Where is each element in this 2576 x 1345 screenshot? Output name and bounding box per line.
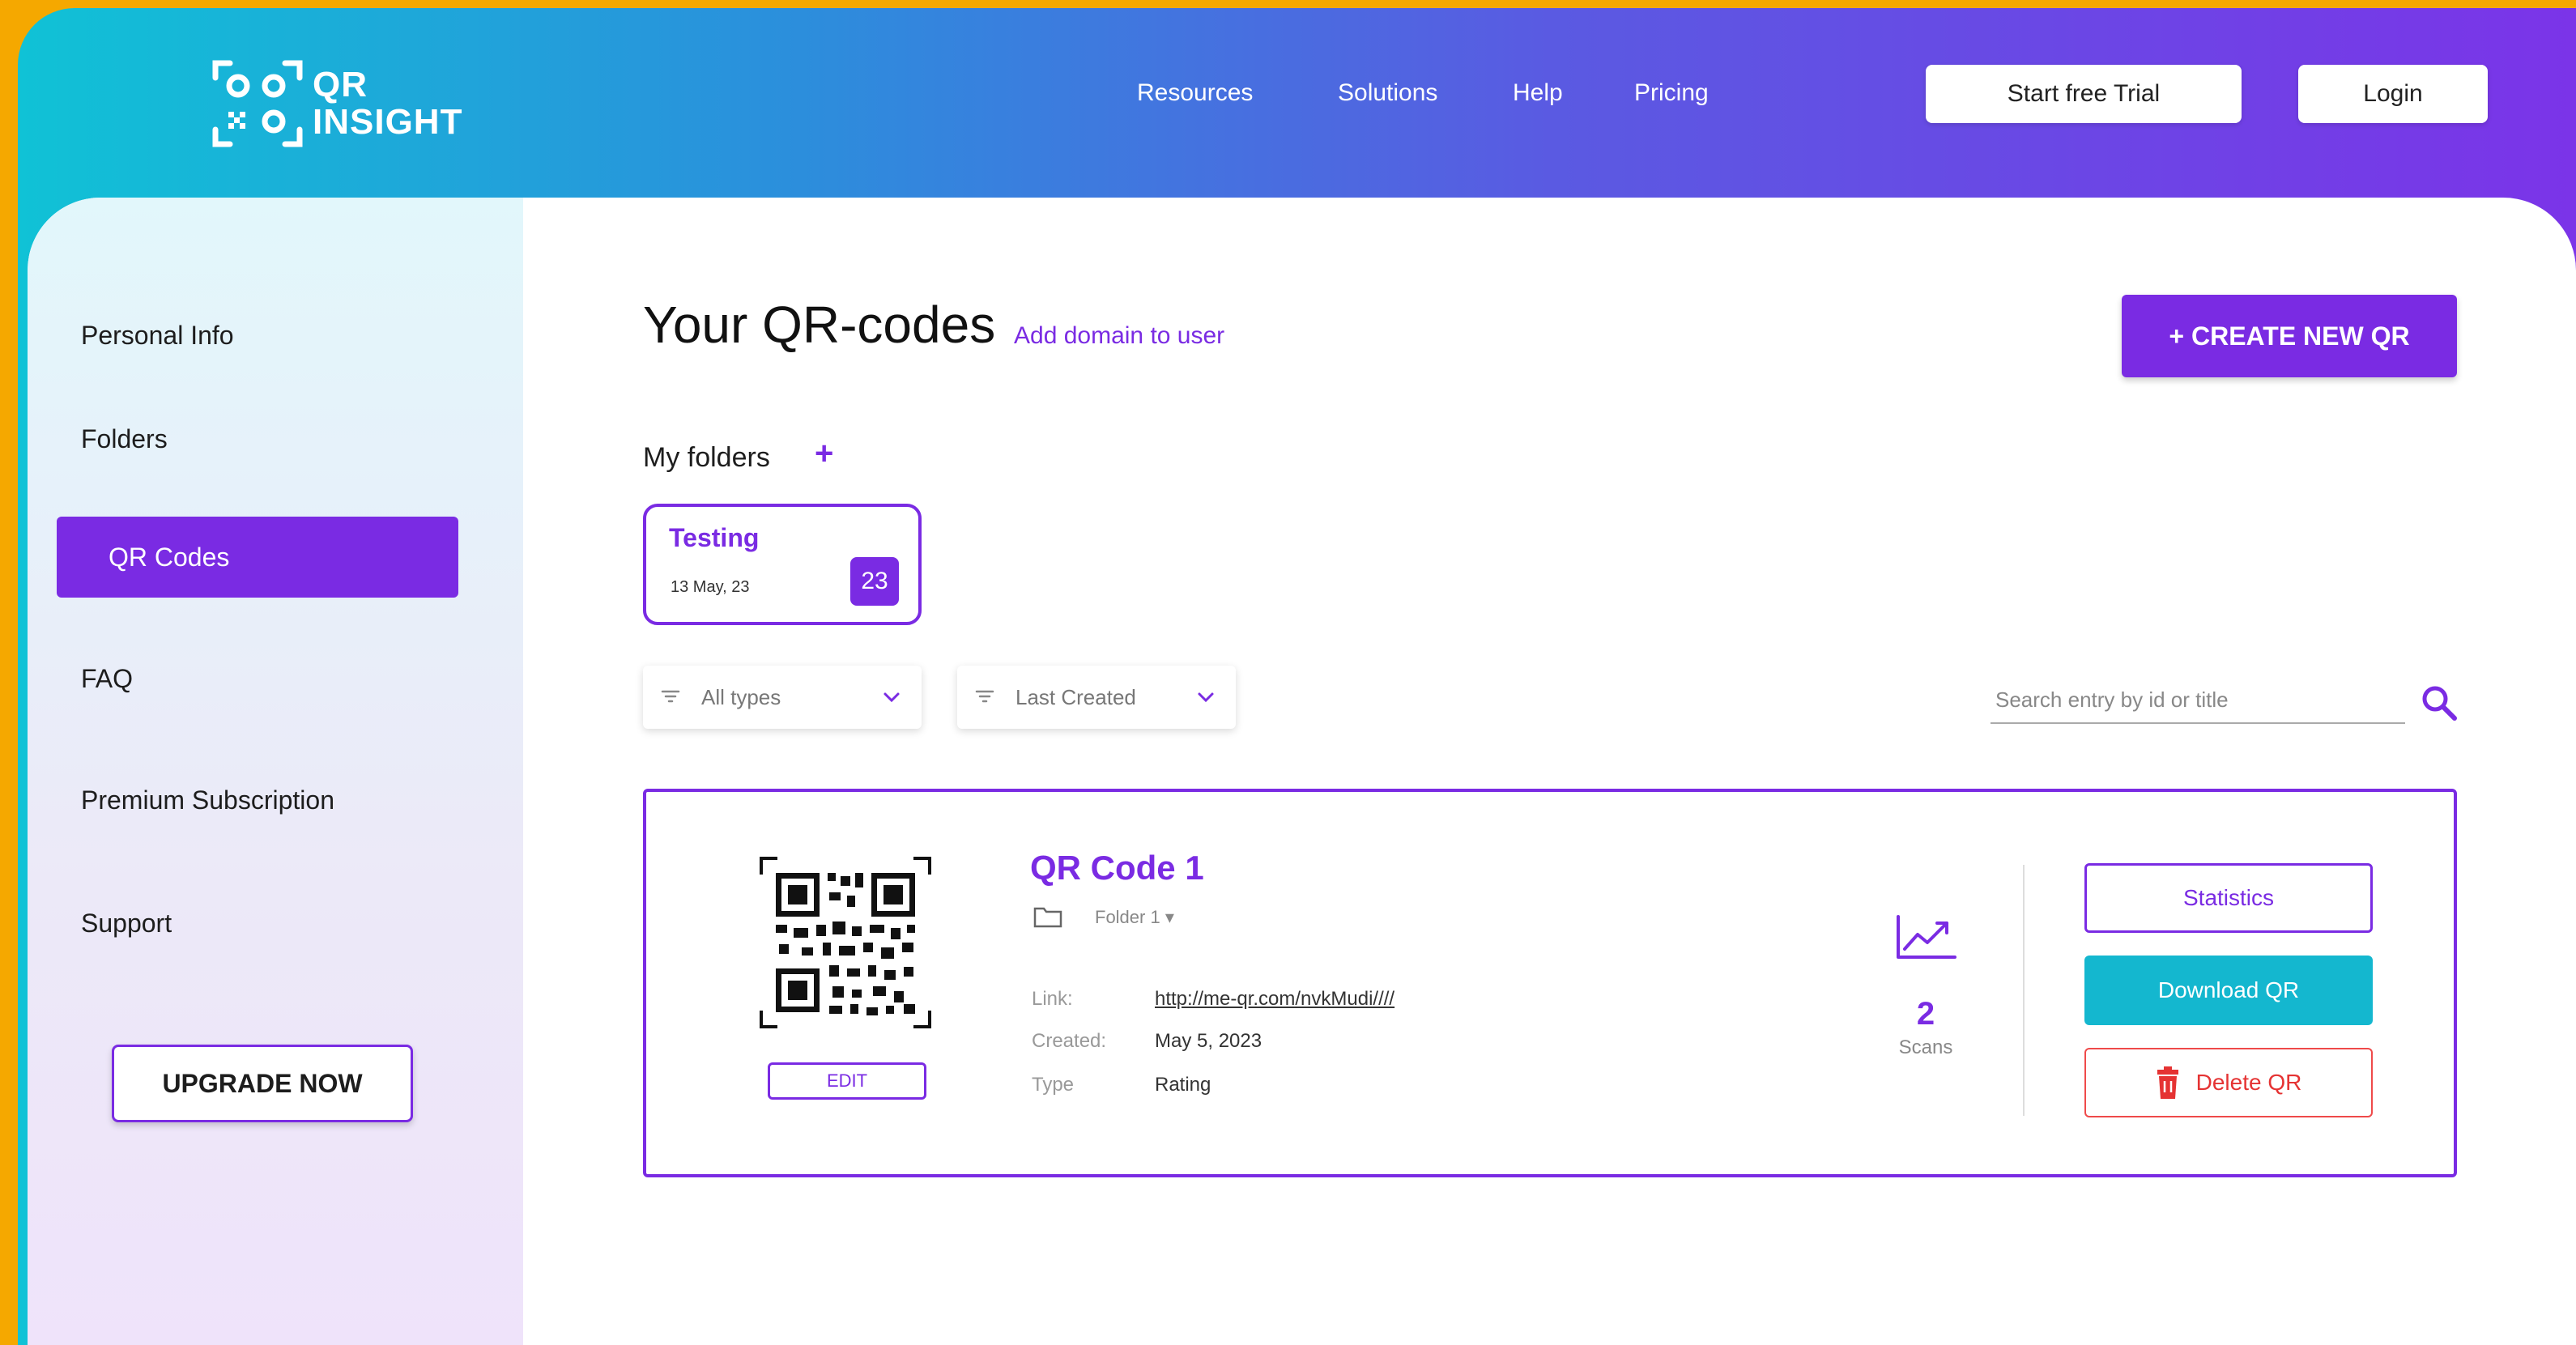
scans-label: Scans	[1898, 1036, 1953, 1058]
login-button[interactable]: Login	[2298, 65, 2488, 123]
folder-name: Testing	[669, 523, 760, 552]
sidebar-item-folders[interactable]: Folders	[28, 398, 432, 479]
folder-select[interactable]: Folder 1 ▾	[1095, 907, 1174, 928]
divider	[2023, 865, 2025, 1116]
sidebar-item-personal-info[interactable]: Personal Info	[28, 295, 432, 376]
nav-solutions[interactable]: Solutions	[1338, 79, 1437, 107]
upgrade-now-button[interactable]: UPGRADE NOW	[112, 1045, 413, 1122]
statistics-button[interactable]: Statistics	[2084, 863, 2373, 933]
add-domain-link[interactable]: Add domain to user	[1014, 322, 1224, 350]
edit-qr-button[interactable]: EDIT	[768, 1062, 926, 1100]
create-new-qr-button[interactable]: + CREATE NEW QR	[2122, 295, 2457, 377]
sidebar: Personal Info Folders QR Codes FAQ Premi…	[28, 198, 523, 1345]
start-free-trial-button[interactable]: Start free Trial	[1926, 65, 2242, 123]
nav-help[interactable]: Help	[1513, 79, 1563, 107]
nav-resources[interactable]: Resources	[1137, 79, 1253, 107]
my-folders-label: My folders	[643, 442, 770, 473]
folder-count-badge: 23	[850, 557, 899, 606]
trend-chart-icon	[1897, 915, 1956, 959]
filter-icon	[661, 690, 680, 703]
scan-count: 2	[1916, 996, 1935, 1032]
sidebar-item-label: Support	[81, 908, 172, 938]
brand-name-line2: INSIGHT	[313, 102, 463, 142]
page-title: Your QR-codes	[643, 296, 996, 354]
brand-name: QR INSIGHT	[313, 66, 462, 141]
created-value: May 5, 2023	[1155, 1030, 1262, 1052]
brand-name-line1: QR	[313, 65, 368, 104]
search-input[interactable]	[1994, 679, 2402, 721]
created-label: Created:	[1032, 1030, 1107, 1052]
sidebar-item-label: Folders	[81, 424, 168, 453]
main-panel: Personal Info Folders QR Codes FAQ Premi…	[28, 198, 2576, 1345]
delete-qr-button[interactable]: Delete QR	[2084, 1048, 2373, 1117]
sidebar-item-label: Premium Subscription	[81, 785, 334, 815]
search-underline	[1991, 722, 2405, 724]
nav-pricing[interactable]: Pricing	[1634, 79, 1709, 107]
type-filter-value: All types	[701, 684, 781, 709]
type-filter-select[interactable]: All types	[643, 666, 922, 729]
qr-logo-icon	[212, 60, 303, 147]
chevron-down-icon	[884, 692, 900, 703]
qr-link[interactable]: http://me-qr.com/nvkMudi////	[1155, 988, 1394, 1011]
qr-code-name[interactable]: QR Code 1	[1030, 849, 1204, 887]
delete-qr-label: Delete QR	[2195, 1070, 2302, 1095]
brand-logo[interactable]: QR INSIGHT	[209, 47, 462, 160]
sort-select[interactable]: Last Created	[957, 666, 1236, 729]
sidebar-item-support[interactable]: Support	[28, 883, 432, 964]
app-frame: QR INSIGHT Resources Solutions Help Pric…	[18, 8, 2576, 1345]
folder-card-testing[interactable]: Testing 13 May, 23 23	[643, 504, 922, 625]
sort-value: Last Created	[1015, 684, 1136, 709]
download-qr-button[interactable]: Download QR	[2084, 956, 2373, 1025]
qr-code-card: EDIT QR Code 1 Folder 1 ▾ Link: http://m…	[643, 789, 2457, 1177]
sidebar-item-label: Personal Info	[81, 320, 234, 350]
type-value: Rating	[1155, 1074, 1211, 1096]
sidebar-item-qr-codes[interactable]: QR Codes	[57, 517, 458, 598]
qr-code-image	[760, 857, 931, 1028]
type-label: Type	[1032, 1074, 1075, 1096]
search-icon[interactable]	[2418, 682, 2460, 724]
sidebar-item-faq[interactable]: FAQ	[28, 638, 432, 719]
trash-icon	[2157, 1066, 2178, 1099]
filter-icon	[975, 690, 994, 703]
sidebar-item-label: QR Codes	[109, 542, 230, 572]
sidebar-item-premium-subscription[interactable]: Premium Subscription	[28, 760, 432, 841]
chevron-down-icon	[1198, 692, 1214, 703]
add-folder-button[interactable]: +	[815, 436, 833, 472]
folder-date: 13 May, 23	[671, 578, 750, 596]
sidebar-item-label: FAQ	[81, 663, 134, 693]
folder-icon	[1033, 907, 1062, 928]
link-label: Link:	[1032, 988, 1073, 1010]
